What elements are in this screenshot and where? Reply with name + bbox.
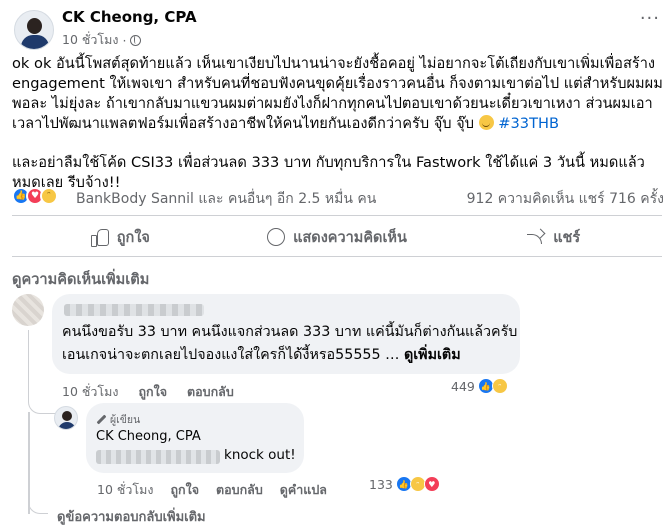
share-button[interactable]: แชร์ — [445, 220, 662, 254]
divider — [12, 215, 662, 216]
comment-time[interactable]: 10 ชั่วโมง — [62, 382, 118, 402]
post-time[interactable]: 10 ชั่วโมง — [62, 30, 118, 50]
author-badge-label: ผู้เขียน — [110, 414, 141, 426]
translate-button[interactable]: ดูคำแปล — [280, 480, 327, 500]
more-options-icon[interactable]: ··· — [640, 10, 660, 28]
reply-reactions[interactable]: 133 👍 ᵔ ♥ — [369, 476, 440, 492]
hashtag-link[interactable]: #33THB — [498, 115, 559, 132]
share-label: แชร์ — [553, 229, 581, 246]
comment-label: แสดงความคิดเห็น — [293, 229, 407, 246]
comment-meta: 10 ชั่วโมง ถูกใจ ตอบกลับ — [62, 382, 234, 402]
author-badge: ผู้เขียน — [96, 411, 140, 428]
reply-author-avatar[interactable] — [54, 406, 78, 430]
comment-like-button[interactable]: ถูกใจ — [138, 382, 167, 402]
reaction-icons[interactable]: 👍 ♥ ᵔ — [12, 187, 58, 205]
dot-separator: · — [122, 32, 127, 48]
post-header: CK Cheong, CPA 10 ชั่วโมง · ··· — [14, 8, 664, 50]
smile-emoji-icon — [478, 115, 494, 130]
mention-blurred[interactable] — [96, 450, 220, 464]
share-arrow-icon — [527, 230, 545, 244]
view-more-comments-link[interactable]: ดูความคิดเห็นเพิ่มเติม — [12, 268, 149, 291]
reply-bubble: ผู้เขียน CK Cheong, CPA knock out! — [86, 403, 304, 473]
view-more-replies-link[interactable]: ดูข้อความตอบกลับเพิ่มเติม — [57, 506, 206, 527]
reply-text: knock out! — [224, 447, 296, 463]
thread-connector — [28, 490, 48, 514]
reply-author-name[interactable]: CK Cheong, CPA — [96, 429, 201, 444]
reply-time[interactable]: 10 ชั่วโมง — [97, 480, 153, 500]
post-paragraph: ok ok อันนี้โพสต์สุดท้ายแล้ว เห็นเขาเงีย… — [12, 54, 664, 134]
author-avatar[interactable] — [14, 10, 54, 50]
post-stats: 👍 ♥ ᵔ BankBody Sannil และ คนอื่นๆ อีก 2.… — [12, 187, 664, 207]
comment-button[interactable]: แสดงความคิดเห็น — [229, 220, 446, 254]
comment-reactions[interactable]: 449 👍 ᵔ — [451, 378, 508, 394]
like-label: ถูกใจ — [116, 229, 150, 246]
reaction-summary[interactable]: BankBody Sannil และ คนอื่นๆ อีก 2.5 หมื่… — [76, 188, 376, 210]
commenter-name-blurred[interactable] — [64, 304, 204, 316]
globe-icon — [130, 34, 142, 46]
reply-meta: 10 ชั่วโมง ถูกใจ ตอบกลับ ดูคำแปล — [97, 480, 327, 500]
reply-reply-button[interactable]: ตอบกลับ — [216, 480, 263, 500]
post-meta: 10 ชั่วโมง · — [62, 30, 142, 50]
action-bar: ถูกใจ แสดงความคิดเห็น แชร์ — [12, 220, 662, 254]
comment-bubble: คนนึงขอรับ 33 บาท คนนึงแจกส่วนลด 333 บาท… — [52, 294, 520, 374]
comment-reaction-count: 449 — [451, 378, 475, 394]
haha-reaction-icon: ᵔ — [40, 187, 58, 205]
reply-like-button[interactable]: ถูกใจ — [170, 480, 199, 500]
thumbs-up-icon — [90, 228, 109, 247]
reply-reaction-count: 133 — [369, 476, 393, 492]
post-paragraph-text: ok ok อันนี้โพสต์สุดท้ายแล้ว เห็นเขาเงีย… — [12, 55, 663, 132]
comments-shares-count[interactable]: 912 ความคิดเห็น แชร์ 716 ครั้ง — [467, 188, 664, 210]
comment-reply-button[interactable]: ตอบกลับ — [187, 382, 234, 402]
comment-text-container: คนนึงขอรับ 33 บาท คนนึงแจกส่วนลด 333 บาท… — [62, 321, 518, 367]
haha-reaction-icon: ᵔ — [491, 378, 508, 394]
commenter-avatar-blurred[interactable] — [12, 294, 44, 326]
post-author-name[interactable]: CK Cheong, CPA — [62, 8, 197, 26]
love-reaction-icon: ♥ — [423, 476, 440, 492]
pen-icon — [96, 415, 106, 425]
like-button[interactable]: ถูกใจ — [12, 220, 229, 254]
divider — [12, 256, 662, 257]
see-more-link[interactable]: ดูเพิ่มเติม — [404, 347, 461, 363]
comment-bubble-icon — [267, 228, 286, 246]
